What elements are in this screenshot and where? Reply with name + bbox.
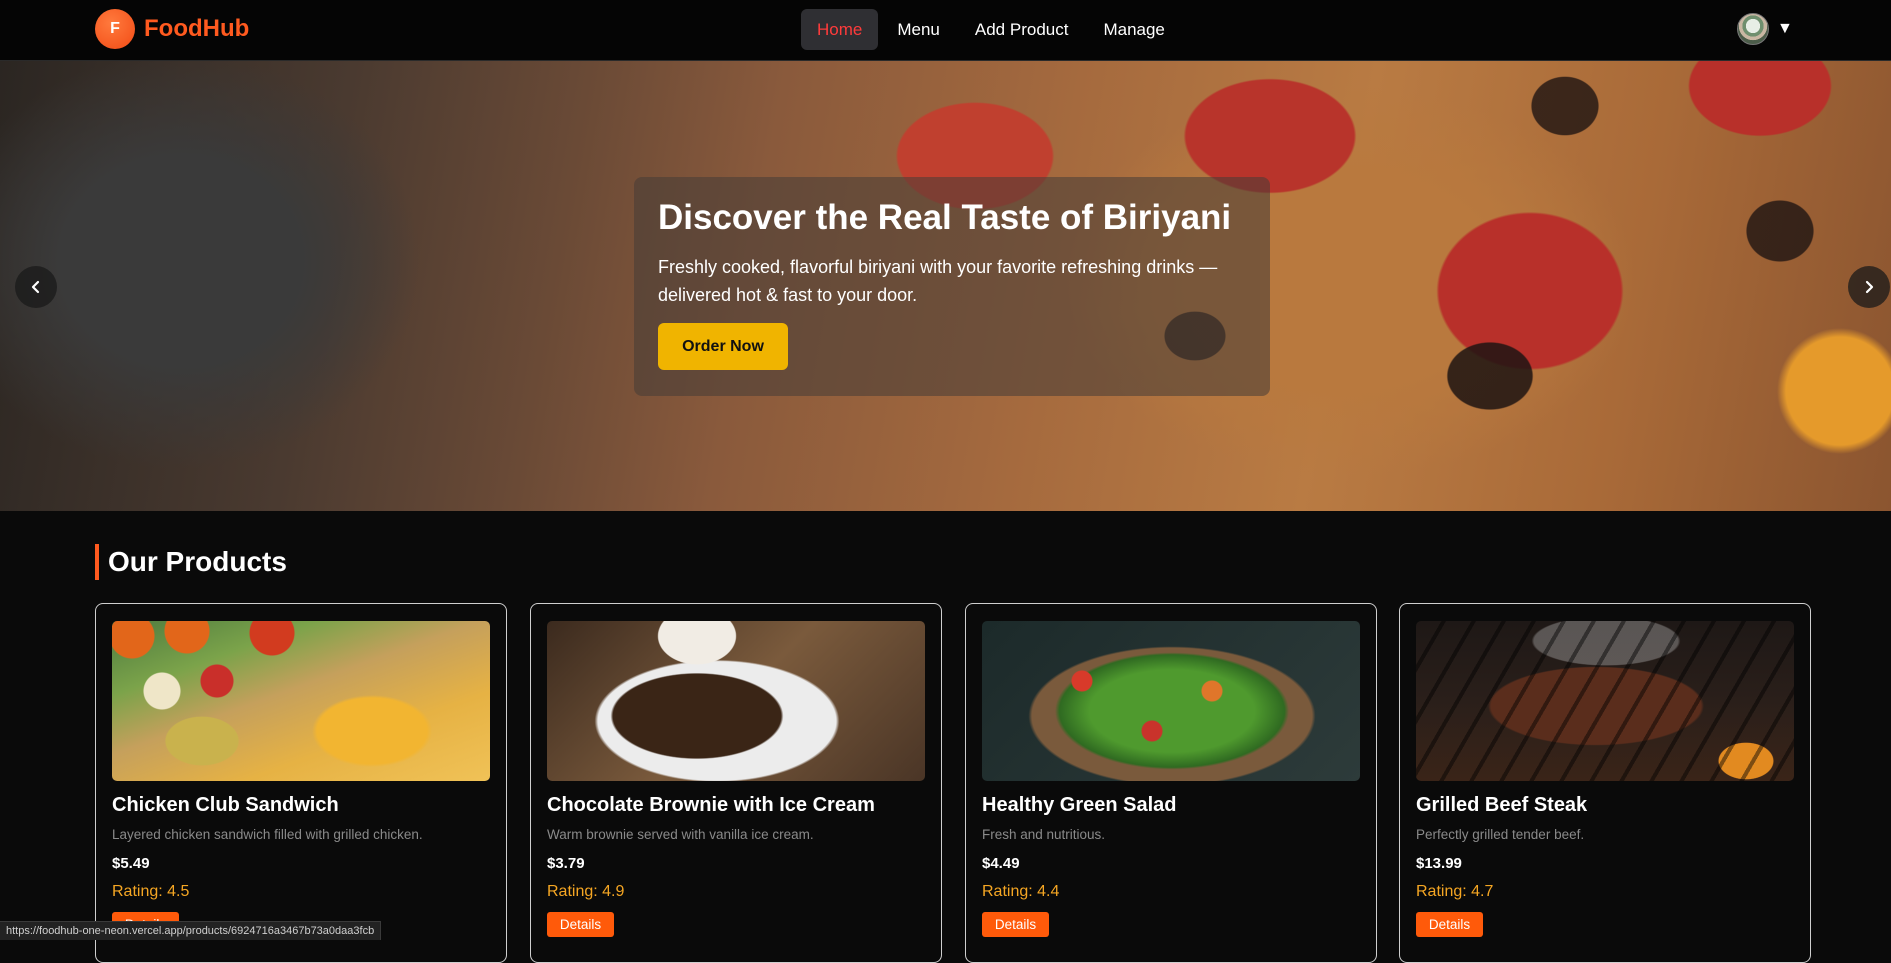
avatar[interactable]: [1737, 13, 1769, 45]
order-now-button[interactable]: Order Now: [658, 323, 788, 370]
product-description: Perfectly grilled tender beef.: [1416, 827, 1585, 842]
section-title: Our Products: [95, 544, 287, 580]
brand[interactable]: F FoodHub: [95, 9, 249, 49]
main-nav: Home Menu Add Product Manage: [801, 9, 1184, 50]
brand-logo: F: [95, 9, 135, 49]
product-image: [982, 621, 1360, 781]
chevron-left-icon: [31, 280, 40, 294]
product-title: Healthy Green Salad: [982, 794, 1177, 816]
product-image: [547, 621, 925, 781]
details-button[interactable]: Details: [547, 912, 614, 937]
carousel-next-button[interactable]: [1848, 266, 1890, 308]
brand-name: FoodHub: [144, 15, 250, 42]
product-rating: Rating: 4.7: [1416, 883, 1494, 900]
product-rating: Rating: 4.4: [982, 883, 1060, 900]
product-price: $3.79: [547, 855, 585, 872]
product-card: Chicken Club Sandwich Layered chicken sa…: [95, 603, 507, 963]
product-description: Warm brownie served with vanilla ice cre…: [547, 827, 814, 842]
product-price: $5.49: [112, 855, 150, 872]
nav-add-product[interactable]: Add Product: [959, 9, 1085, 50]
nav-menu[interactable]: Menu: [881, 9, 956, 50]
caret-down-icon[interactable]: ▼: [1777, 20, 1793, 38]
product-image: [1416, 621, 1794, 781]
product-rating: Rating: 4.9: [547, 883, 625, 900]
user-menu[interactable]: ▼: [1737, 13, 1793, 45]
product-card: Healthy Green Salad Fresh and nutritious…: [965, 603, 1377, 963]
hero-panel: Discover the Real Taste of Biriyani Fres…: [634, 177, 1270, 396]
product-description: Fresh and nutritious.: [982, 827, 1106, 842]
product-image: [112, 621, 490, 781]
hero-subtitle: Freshly cooked, flavorful biriyani with …: [658, 257, 1218, 305]
top-navbar: F FoodHub Home Menu Add Product Manage ▼: [0, 0, 1891, 61]
product-description: Layered chicken sandwich filled with gri…: [112, 827, 423, 842]
details-button[interactable]: Details: [982, 912, 1049, 937]
product-price: $13.99: [1416, 855, 1462, 872]
product-card: Chocolate Brownie with Ice Cream Warm br…: [530, 603, 942, 963]
link-status-bar: https://foodhub-one-neon.vercel.app/prod…: [0, 921, 382, 940]
product-title: Chicken Club Sandwich: [112, 794, 339, 816]
nav-manage[interactable]: Manage: [1087, 9, 1180, 50]
hero-carousel: Discover the Real Taste of Biriyani Fres…: [0, 61, 1891, 511]
chevron-right-icon: [1865, 280, 1874, 294]
details-button[interactable]: Details: [1416, 912, 1483, 937]
product-card: Grilled Beef Steak Perfectly grilled ten…: [1399, 603, 1811, 963]
product-price: $4.49: [982, 855, 1020, 872]
product-title: Chocolate Brownie with Ice Cream: [547, 794, 875, 816]
product-title: Grilled Beef Steak: [1416, 794, 1588, 816]
nav-home[interactable]: Home: [801, 9, 879, 50]
hero-title: Discover the Real Taste of Biriyani: [658, 198, 1232, 237]
carousel-prev-button[interactable]: [15, 266, 57, 308]
product-rating: Rating: 4.5: [112, 883, 190, 900]
